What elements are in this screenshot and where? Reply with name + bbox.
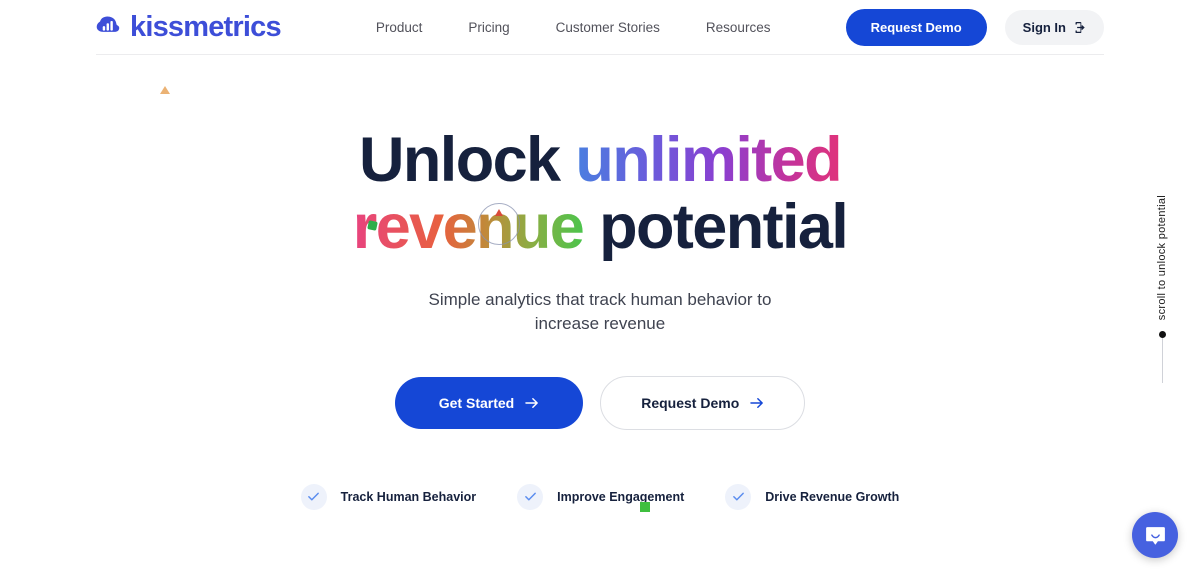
feature-item-improve-engagement: Improve Engagement xyxy=(517,483,685,510)
header-request-demo-button[interactable]: Request Demo xyxy=(845,8,987,46)
sign-in-arrow-icon xyxy=(1073,21,1086,34)
arrow-right-icon xyxy=(525,397,539,409)
feature-label: Improve Engagement xyxy=(557,489,685,504)
scroll-indicator-label: scroll to unlock potential xyxy=(1156,195,1168,321)
green-dot-decoration-icon xyxy=(367,220,378,231)
scroll-indicator-dot xyxy=(1159,331,1166,339)
check-icon xyxy=(517,483,544,510)
brand-name: kissmetrics xyxy=(130,10,282,43)
chat-bubble-smile-icon xyxy=(1144,524,1167,547)
headline-unlimited: unlimited xyxy=(575,125,842,195)
page-title: Unlock unlimited revenue potential xyxy=(0,127,1200,261)
get-started-button[interactable]: Get Started xyxy=(394,376,584,429)
feature-item-drive-revenue-growth: Drive Revenue Growth xyxy=(725,483,900,510)
site-header: kissmetrics Product Pricing Customer Sto… xyxy=(96,0,1104,55)
scroll-indicator[interactable]: scroll to unlock potential xyxy=(1156,195,1168,384)
hero-subtitle-line-1: Simple analytics that track human behavi… xyxy=(428,289,772,309)
scroll-indicator-line xyxy=(1162,338,1163,384)
nav-item-pricing[interactable]: Pricing xyxy=(468,20,509,35)
headline-line-1: Unlock unlimited xyxy=(0,127,1200,194)
nav-item-resources[interactable]: Resources xyxy=(706,20,771,35)
nav-item-product[interactable]: Product xyxy=(376,20,423,35)
chat-widget-button[interactable] xyxy=(1132,512,1178,558)
headline-line-2: revenue potential xyxy=(0,191,1200,262)
feature-item-track-human-behavior: Track Human Behavior xyxy=(300,483,477,510)
arrow-right-icon xyxy=(750,397,764,409)
hero-section: Unlock unlimited revenue potential Simpl… xyxy=(0,55,1200,512)
check-icon xyxy=(300,483,327,510)
sign-in-label: Sign In xyxy=(1022,19,1066,35)
cta-row: Get Started Request Demo xyxy=(0,375,1200,430)
logo-link[interactable]: kissmetrics xyxy=(96,10,282,43)
green-square-decoration-icon xyxy=(640,501,650,512)
marker-triangle-decoration-icon xyxy=(495,209,503,216)
hero-subtitle: Simple analytics that track human behavi… xyxy=(0,288,1200,336)
request-demo-button[interactable]: Request Demo xyxy=(600,375,806,430)
nav-item-customer-stories[interactable]: Customer Stories xyxy=(556,20,660,35)
get-started-label: Get Started xyxy=(438,394,515,411)
headline-unlock: Unlock xyxy=(359,125,561,195)
feature-list: Track Human Behavior Improve Engagement … xyxy=(0,483,1200,512)
request-demo-label: Request Demo xyxy=(641,394,740,411)
check-icon xyxy=(725,483,752,510)
feature-label: Track Human Behavior xyxy=(340,489,477,504)
kissmetrics-chart-cloud-icon xyxy=(96,15,121,40)
hero-subtitle-line-2: increase revenue xyxy=(534,313,666,333)
landing-page: kissmetrics Product Pricing Customer Sto… xyxy=(0,0,1200,570)
headline-potential: potential xyxy=(599,191,849,262)
sign-in-button[interactable]: Sign In xyxy=(1004,9,1104,45)
triangle-decoration-icon xyxy=(160,86,170,94)
main-navigation: Product Pricing Customer Stories Resourc… xyxy=(376,20,771,35)
headline-revenue: revenue xyxy=(352,191,585,262)
header-actions: Request Demo Sign In xyxy=(845,8,1104,46)
feature-label: Drive Revenue Growth xyxy=(765,489,900,504)
